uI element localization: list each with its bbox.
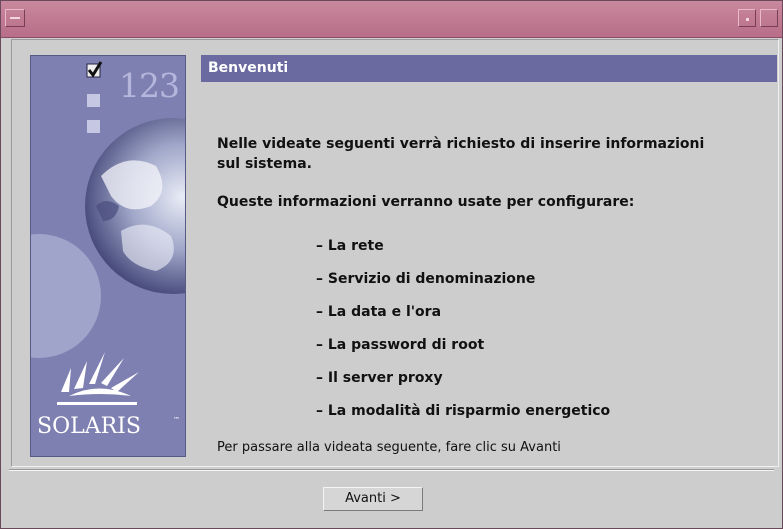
minimize-button[interactable] bbox=[738, 9, 756, 27]
maximize-button[interactable] bbox=[760, 9, 778, 27]
list-item: – La rete bbox=[316, 238, 384, 254]
intro-text: Nelle videate seguenti verrà richiesto d… bbox=[217, 136, 705, 172]
installer-window: 123 SOLARIS ™ Benvenuti Nelle videate se… bbox=[0, 0, 783, 529]
window-titlebar[interactable] bbox=[1, 1, 782, 38]
window-menu-icon bbox=[10, 17, 20, 19]
trademark-symbol: ™ bbox=[173, 416, 180, 424]
button-bar: Avanti > bbox=[1, 469, 782, 528]
list-item: – Servizio di denominazione bbox=[316, 271, 536, 287]
list-item: – Il server proxy bbox=[316, 370, 443, 386]
minimize-icon bbox=[746, 18, 749, 21]
list-item: – La password di root bbox=[316, 337, 485, 353]
main-content: 123 SOLARIS ™ Benvenuti Nelle videate se… bbox=[11, 39, 779, 467]
window-menu-button[interactable] bbox=[5, 9, 25, 27]
sidebar-artwork bbox=[31, 56, 185, 456]
solaris-logo-text: SOLARIS bbox=[37, 414, 141, 439]
panel-title: Benvenuti bbox=[201, 55, 777, 82]
solaris-sidebar-graphic: 123 SOLARIS ™ bbox=[30, 55, 186, 457]
list-item: – La data e l'ora bbox=[316, 304, 442, 320]
configure-heading: Queste informazioni verranno usate per c… bbox=[217, 194, 635, 210]
footer-separator bbox=[9, 469, 774, 471]
configuration-items-list: – La rete – Servizio di denominazione – … bbox=[316, 236, 610, 434]
step-number-graphic: 123 bbox=[119, 66, 180, 105]
list-item: – La modalità di risparmio energetico bbox=[316, 403, 611, 419]
next-button[interactable]: Avanti > bbox=[323, 487, 423, 511]
navigation-hint: Per passare alla videata seguente, fare … bbox=[217, 440, 561, 455]
